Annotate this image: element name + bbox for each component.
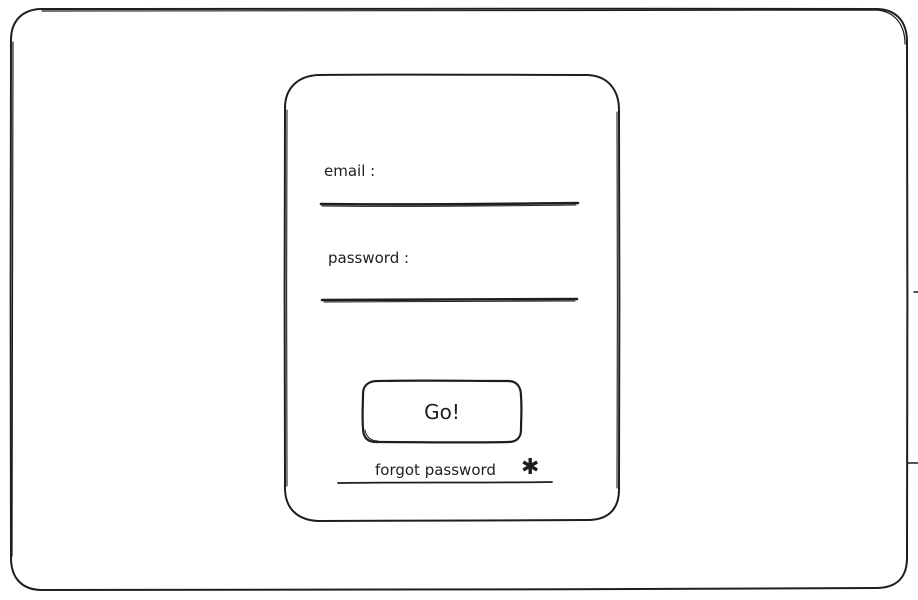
- email-input[interactable]: [320, 178, 586, 204]
- go-button[interactable]: Go!: [362, 380, 522, 444]
- password-label: password :: [328, 249, 410, 267]
- login-card: email : password : Go! forgot password ✱: [284, 74, 620, 521]
- forgot-password-link[interactable]: forgot password ✱: [338, 455, 552, 485]
- password-input[interactable]: [321, 272, 586, 298]
- asterisk-icon: ✱: [521, 455, 540, 480]
- forgot-password-label: forgot password: [375, 461, 496, 479]
